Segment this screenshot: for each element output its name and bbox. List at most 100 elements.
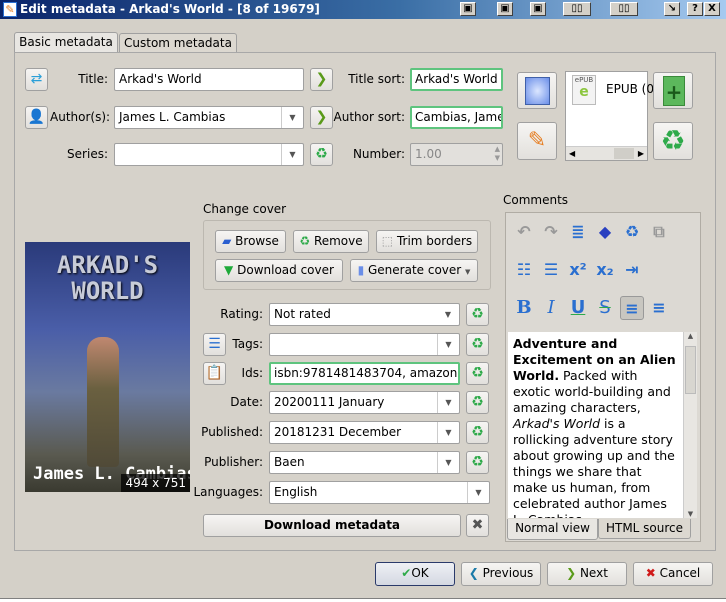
chevron-down-icon[interactable]: ▼ [281, 107, 303, 128]
scroll-right-icon[interactable]: ▶ [638, 147, 644, 160]
author-sort-input[interactable]: Cambias, James [410, 106, 503, 129]
bold-icon[interactable]: B [512, 296, 536, 320]
manage-authors-button[interactable]: 👤 [25, 106, 48, 129]
download-cover-label: Download cover [237, 263, 334, 277]
clear-tags-button[interactable]: ♻ [466, 333, 489, 356]
window-layout-button[interactable]: ▣ [497, 2, 513, 16]
help-button[interactable]: ? [687, 2, 703, 16]
recycle-icon: ♻ [660, 124, 686, 157]
metadata-sources-config-button[interactable]: ✖ [466, 514, 489, 537]
clear-rating-button[interactable]: ♻ [466, 303, 489, 326]
comments-scrollbar[interactable]: ▲ ▼ [683, 332, 697, 518]
title-label: Title: [78, 72, 108, 86]
browse-cover-button[interactable]: ▰ Browse [215, 230, 286, 253]
x-icon: ✖ [645, 566, 656, 580]
select-all-icon[interactable]: ≣ [566, 220, 590, 244]
set-cover-from-format-button[interactable] [517, 72, 557, 109]
trim-borders-button[interactable]: ⬚ Trim borders [376, 230, 478, 253]
paste-icon[interactable]: ⧉ [647, 220, 671, 244]
undo-icon[interactable]: ↶ [512, 220, 536, 244]
window-layout-button[interactable]: ▯▯ [610, 2, 638, 16]
generate-cover-button[interactable]: ▮ Generate cover ▼ [350, 259, 478, 282]
clear-ids-button[interactable]: ♻ [466, 362, 489, 385]
dropdown-icon[interactable]: ▼ [465, 268, 470, 276]
clear-publisher-button[interactable]: ♻ [466, 451, 489, 474]
tab-html-source[interactable]: HTML source [598, 519, 691, 539]
unordered-list-icon[interactable]: ☰ [539, 258, 563, 282]
eraser-icon[interactable]: ◆ [593, 220, 617, 244]
epub-logo: e [579, 84, 589, 100]
cover-figure [87, 337, 119, 467]
chevron-down-icon[interactable]: ▼ [437, 392, 459, 413]
underline-icon[interactable]: U [566, 296, 590, 320]
author-sort-label: Author sort: [333, 110, 406, 124]
scroll-up-icon[interactable]: ▲ [684, 332, 697, 340]
languages-combo[interactable]: English ▼ [269, 481, 490, 504]
comments-text-2: is a rollicking adventure story about gr… [513, 416, 675, 518]
publisher-combo[interactable]: Baen ▼ [269, 451, 460, 474]
clear-date-button[interactable]: ♻ [466, 391, 489, 414]
date-input[interactable]: 20200111 January ▼ [269, 391, 460, 414]
redo-icon[interactable]: ↷ [539, 220, 563, 244]
series-combo[interactable]: ▼ [114, 143, 304, 166]
cancel-button[interactable]: ✖ Cancel [633, 562, 713, 586]
align-left-icon[interactable]: ≡ [620, 296, 644, 320]
chevron-down-icon[interactable]: ▼ [437, 452, 459, 473]
next-button[interactable]: ❯ Next [547, 562, 627, 586]
scroll-thumb[interactable] [685, 346, 696, 394]
subscript-icon[interactable]: x₂ [593, 258, 617, 282]
close-button[interactable]: X [704, 2, 720, 16]
cover-image[interactable]: ARKAD'S WORLD James L. Cambias 494 x 751 [25, 242, 190, 492]
comments-text-area[interactable]: Adventure and Excitement on an Alien Wor… [508, 332, 683, 518]
superscript-icon[interactable]: x² [566, 258, 590, 282]
download-cover-button[interactable]: ▼ Download cover [215, 259, 343, 282]
strikethrough-icon[interactable]: S [593, 296, 617, 320]
add-format-button[interactable]: + [653, 72, 693, 109]
chevron-down-icon[interactable]: ▼ [281, 144, 303, 165]
clear-published-button[interactable]: ♻ [466, 421, 489, 444]
published-value: 20181231 December [274, 425, 402, 439]
align-center-icon[interactable]: ≡ [647, 296, 671, 320]
recycle-icon[interactable]: ♻ [620, 220, 644, 244]
window-layout-button[interactable]: ▣ [530, 2, 546, 16]
chevron-down-icon[interactable]: ▼ [467, 482, 489, 503]
authors-combo[interactable]: James L. Cambias ▼ [114, 106, 304, 129]
scroll-left-icon[interactable]: ◀ [566, 149, 575, 158]
swap-title-author-button[interactable]: ⇄ [25, 68, 48, 91]
remove-format-button[interactable]: ♻ [653, 122, 693, 160]
rating-combo[interactable]: Not rated ▼ [269, 303, 460, 326]
formats-list[interactable]: ePUB e EPUB (0 ◀ ▶ [565, 71, 654, 161]
window-layout-button[interactable]: ▯▯ [563, 2, 591, 16]
tags-combo[interactable]: ▼ [269, 333, 460, 356]
shrink-button[interactable]: ↘ [664, 2, 680, 16]
chevron-down-icon[interactable]: ▼ [437, 422, 459, 443]
edit-book-button[interactable]: ✎ [517, 122, 557, 160]
remove-label: Remove [313, 234, 363, 248]
previous-button[interactable]: ❮ Previous [461, 562, 541, 586]
window-layout-button[interactable]: ▣ [460, 2, 476, 16]
remove-cover-button[interactable]: ♻ Remove [293, 230, 369, 253]
comments-italic: Arkad's World [513, 416, 600, 431]
series-number-spinbox[interactable]: 1.00 ▲ ▼ [410, 143, 503, 166]
scroll-thumb[interactable] [614, 148, 634, 159]
indent-icon[interactable]: ⇥ [620, 258, 644, 282]
published-input[interactable]: 20181231 December ▼ [269, 421, 460, 444]
tab-normal-view[interactable]: Normal view [507, 519, 598, 540]
scroll-down-icon[interactable]: ▼ [684, 510, 697, 518]
tab-custom-metadata[interactable]: Custom metadata [119, 33, 237, 53]
ordered-list-icon[interactable]: ☷ [512, 258, 536, 282]
format-item[interactable]: EPUB (0 [606, 82, 654, 96]
italic-icon[interactable]: I [539, 296, 563, 320]
title-sort-input[interactable]: Arkad's World [410, 68, 503, 91]
chevron-down-icon[interactable]: ▼ [437, 304, 459, 325]
ok-button[interactable]: ✔OK [375, 562, 455, 586]
download-metadata-button[interactable]: Download metadata [203, 514, 461, 537]
chevron-down-icon[interactable]: ▼ [437, 334, 459, 355]
spin-arrows-icon[interactable]: ▲ ▼ [495, 145, 500, 163]
tab-basic-metadata[interactable]: Basic metadata [14, 32, 118, 53]
ids-input[interactable]: isbn:9781481483704, amazon:148148 [269, 362, 460, 385]
chevron-right-icon: ❯ [315, 71, 328, 87]
edit-icon: ✎ [3, 2, 17, 17]
title-input[interactable]: Arkad's World [114, 68, 304, 91]
formats-scrollbar[interactable]: ◀ ▶ [566, 146, 647, 160]
